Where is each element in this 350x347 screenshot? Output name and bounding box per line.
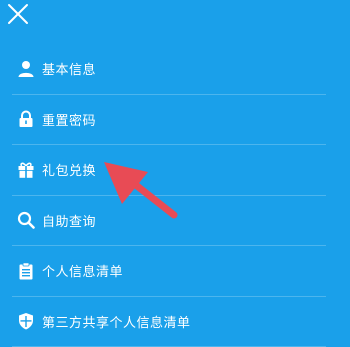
menu-item-reset-password[interactable]: 重置密码 <box>12 95 326 145</box>
menu-item-third-party-share-list[interactable]: 第三方共享个人信息清单 <box>12 297 326 347</box>
person-icon <box>17 60 35 78</box>
clipboard-icon <box>17 262 35 280</box>
gift-icon <box>17 161 35 179</box>
menu-item-label: 自助查询 <box>42 214 97 230</box>
menu-item-label: 重置密码 <box>42 113 97 129</box>
search-icon <box>17 211 35 230</box>
menu-item-label: 礼包兑换 <box>42 164 97 180</box>
menu-item-personal-info-list[interactable]: 个人信息清单 <box>12 246 326 297</box>
close-icon <box>8 4 28 24</box>
close-button[interactable] <box>6 2 30 26</box>
menu-item-basic-info[interactable]: 基本信息 <box>12 44 326 95</box>
menu-item-gift-redeem[interactable]: 礼包兑换 <box>12 145 326 196</box>
menu-item-label: 第三方共享个人信息清单 <box>42 315 191 331</box>
menu-item-self-query[interactable]: 自助查询 <box>12 196 326 246</box>
side-menu: 基本信息 重置密码 礼包兑换 自助查询 个人信息清单 第三方共享个人信息清单 <box>12 44 326 347</box>
menu-item-label: 基本信息 <box>42 63 97 79</box>
lock-icon <box>17 110 35 128</box>
shield-icon <box>17 312 35 330</box>
menu-item-label: 个人信息清单 <box>42 265 124 281</box>
